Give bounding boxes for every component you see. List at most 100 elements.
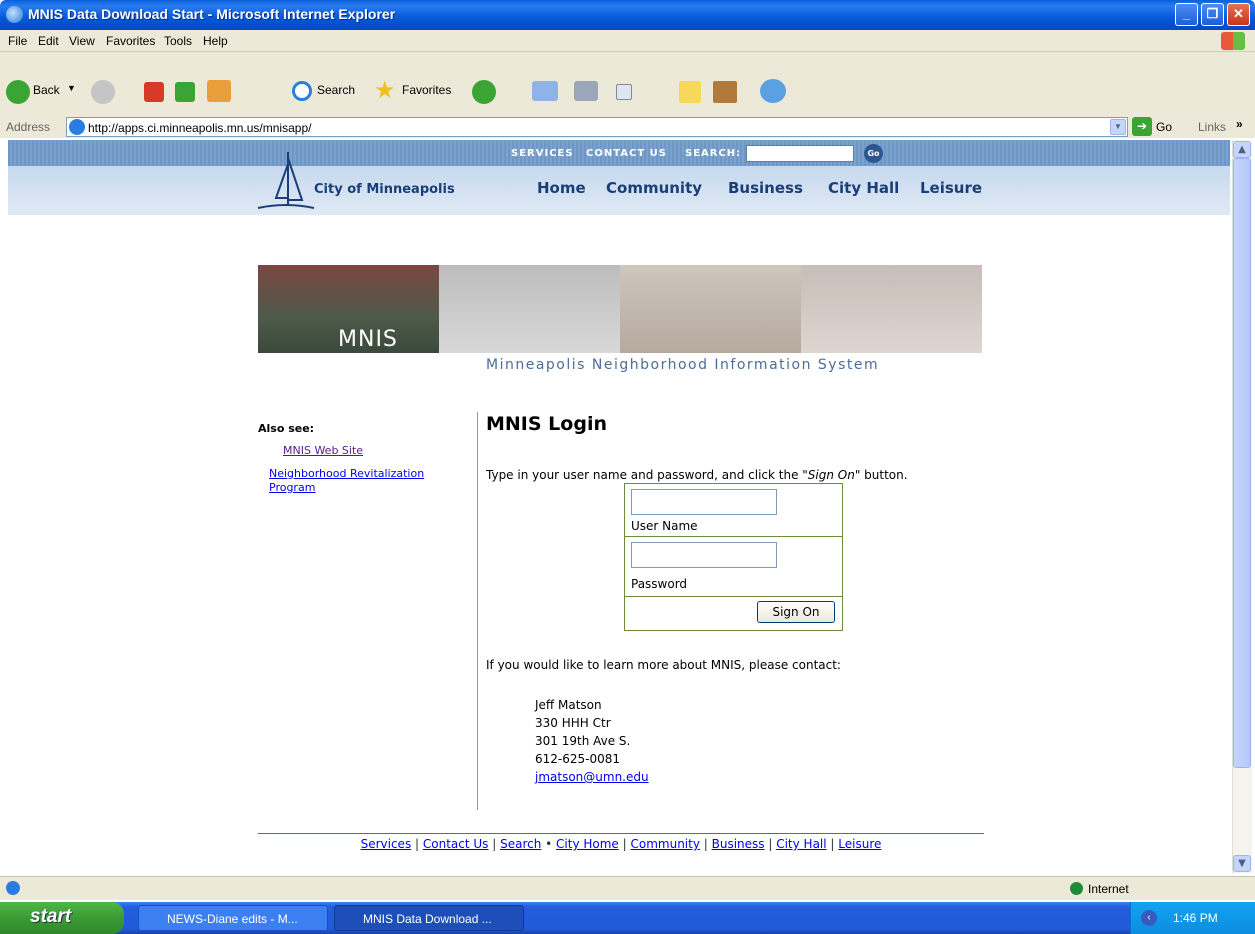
- close-button[interactable]: ✕: [1227, 3, 1250, 26]
- research-icon[interactable]: [713, 81, 737, 103]
- system-tray: ‹ 1:46 PM: [1130, 902, 1255, 934]
- password-input[interactable]: [631, 542, 777, 568]
- contact-phone: 612-625-0081: [535, 752, 621, 766]
- contact-address-2: 301 19th Ave S.: [535, 734, 631, 748]
- page-title: MNIS Login: [486, 413, 607, 435]
- home-icon[interactable]: [207, 80, 231, 102]
- footer-city-home-link[interactable]: City Home: [556, 837, 619, 851]
- page-icon: [69, 119, 85, 135]
- username-input[interactable]: [631, 489, 777, 515]
- footer-leisure-link[interactable]: Leisure: [838, 837, 881, 851]
- messenger-icon[interactable]: [760, 79, 786, 103]
- scrollbar-thumb[interactable]: [1233, 158, 1251, 768]
- nrp-link-line2[interactable]: Program: [269, 481, 315, 494]
- address-bar: Address http://apps.ci.minneapolis.mn.us…: [0, 116, 1255, 138]
- start-button[interactable]: start: [0, 902, 124, 934]
- scroll-up-icon[interactable]: ▲: [1233, 141, 1251, 158]
- stop-icon[interactable]: [144, 82, 164, 102]
- footer-services-link[interactable]: Services: [361, 837, 412, 851]
- search-label: SEARCH:: [685, 148, 742, 159]
- back-arrow-icon[interactable]: [6, 80, 30, 104]
- address-input[interactable]: http://apps.ci.minneapolis.mn.us/mnisapp…: [66, 117, 1128, 137]
- footer-contact-us-link[interactable]: Contact Us: [423, 837, 489, 851]
- banner-photo-2: [439, 265, 620, 353]
- discuss-icon[interactable]: [679, 81, 701, 103]
- nav-city-hall[interactable]: City Hall: [828, 179, 899, 197]
- menu-file[interactable]: File: [8, 34, 27, 48]
- contact-email-link[interactable]: jmatson@umn.edu: [535, 770, 649, 784]
- banner-subtitle: Minneapolis Neighborhood Information Sys…: [486, 357, 880, 373]
- restore-button[interactable]: ❐: [1201, 3, 1224, 26]
- taskbar: start NEWS-Diane edits - M... MNIS Data …: [0, 902, 1255, 934]
- address-dropdown-icon[interactable]: ▼: [1110, 119, 1126, 135]
- mnis-web-site-link[interactable]: MNIS Web Site: [283, 444, 363, 457]
- refresh-icon[interactable]: [175, 82, 195, 102]
- search-icon[interactable]: [292, 81, 312, 101]
- banner-title: MNIS: [338, 327, 398, 352]
- banner-photo-4: [801, 265, 982, 353]
- address-label: Address: [6, 120, 51, 134]
- mail-icon[interactable]: [532, 81, 558, 101]
- search-button[interactable]: Search: [317, 83, 355, 97]
- favorites-button[interactable]: Favorites: [402, 83, 451, 97]
- page-status-icon: [6, 881, 20, 895]
- menu-favorites[interactable]: Favorites: [106, 34, 155, 48]
- zone-label: Internet: [1088, 882, 1129, 896]
- city-name-link[interactable]: City of Minneapolis: [314, 182, 455, 197]
- services-link[interactable]: SERVICES: [511, 148, 574, 159]
- nav-business[interactable]: Business: [728, 179, 803, 197]
- login-instruction: Type in your user name and password, and…: [486, 468, 908, 482]
- footer-search-link[interactable]: Search: [500, 837, 541, 851]
- minimize-button[interactable]: _: [1175, 3, 1198, 26]
- chevron-right-icon[interactable]: »: [1236, 117, 1243, 131]
- globe-icon: [1070, 882, 1083, 895]
- go-button[interactable]: Go: [1156, 120, 1172, 134]
- footer-divider: [258, 833, 984, 834]
- password-label: Password: [631, 577, 688, 591]
- links-button[interactable]: Links: [1198, 120, 1226, 134]
- page-content: SERVICES CONTACT US SEARCH: Go City of M…: [8, 140, 1230, 873]
- windows-logo-icon: [1221, 32, 1245, 50]
- menu-edit[interactable]: Edit: [38, 34, 59, 48]
- nav-community[interactable]: Community: [606, 179, 702, 197]
- footer-nav: Services | Contact Us | Search • City Ho…: [360, 837, 882, 851]
- footer-business-link[interactable]: Business: [712, 837, 765, 851]
- contact-name: Jeff Matson: [535, 698, 602, 712]
- scroll-down-icon[interactable]: ▼: [1233, 855, 1251, 872]
- tray-arrow-icon[interactable]: ‹: [1141, 910, 1157, 926]
- back-dropdown-icon[interactable]: ▼: [67, 83, 76, 93]
- sign-on-button[interactable]: Sign On: [757, 601, 835, 623]
- title-bar: MNIS Data Download Start - Microsoft Int…: [0, 0, 1255, 30]
- back-button[interactable]: Back: [33, 83, 60, 97]
- print-icon[interactable]: [574, 81, 598, 101]
- edit-icon[interactable]: [616, 84, 632, 100]
- forward-arrow-icon[interactable]: [91, 80, 115, 104]
- ie-icon: [6, 6, 23, 23]
- task-word-document[interactable]: NEWS-Diane edits - M...: [138, 905, 328, 931]
- learn-more-text: If you would like to learn more about MN…: [486, 658, 841, 672]
- footer-city-hall-link[interactable]: City Hall: [776, 837, 826, 851]
- footer-community-link[interactable]: Community: [631, 837, 700, 851]
- contact-us-link[interactable]: CONTACT US: [586, 148, 667, 159]
- nav-leisure[interactable]: Leisure: [920, 179, 982, 197]
- toolbar: Back ▼ Search ★ Favorites: [0, 52, 1255, 117]
- sailboat-logo-icon: [257, 152, 315, 209]
- site-go-button[interactable]: Go: [864, 144, 883, 163]
- site-search-input[interactable]: [746, 145, 854, 162]
- history-icon[interactable]: [472, 80, 496, 104]
- site-header: SERVICES CONTACT US SEARCH: Go City of M…: [8, 140, 1230, 215]
- login-form: User Name Password Sign On: [624, 483, 843, 631]
- also-see-heading: Also see:: [258, 422, 315, 435]
- menu-help[interactable]: Help: [203, 34, 228, 48]
- nrp-link-line1[interactable]: Neighborhood Revitalization: [269, 467, 424, 480]
- menu-view[interactable]: View: [69, 34, 95, 48]
- menu-tools[interactable]: Tools: [164, 34, 192, 48]
- nav-home[interactable]: Home: [537, 179, 586, 197]
- window-title: MNIS Data Download Start - Microsoft Int…: [28, 6, 396, 22]
- go-arrow-icon[interactable]: ➔: [1132, 117, 1152, 136]
- favorites-star-icon[interactable]: ★: [374, 76, 396, 105]
- contact-address-1: 330 HHH Ctr: [535, 716, 611, 730]
- task-ie-window[interactable]: MNIS Data Download ...: [334, 905, 524, 931]
- header-strip: SERVICES CONTACT US SEARCH: Go: [8, 140, 1230, 166]
- address-url: http://apps.ci.minneapolis.mn.us/mnisapp…: [88, 121, 312, 135]
